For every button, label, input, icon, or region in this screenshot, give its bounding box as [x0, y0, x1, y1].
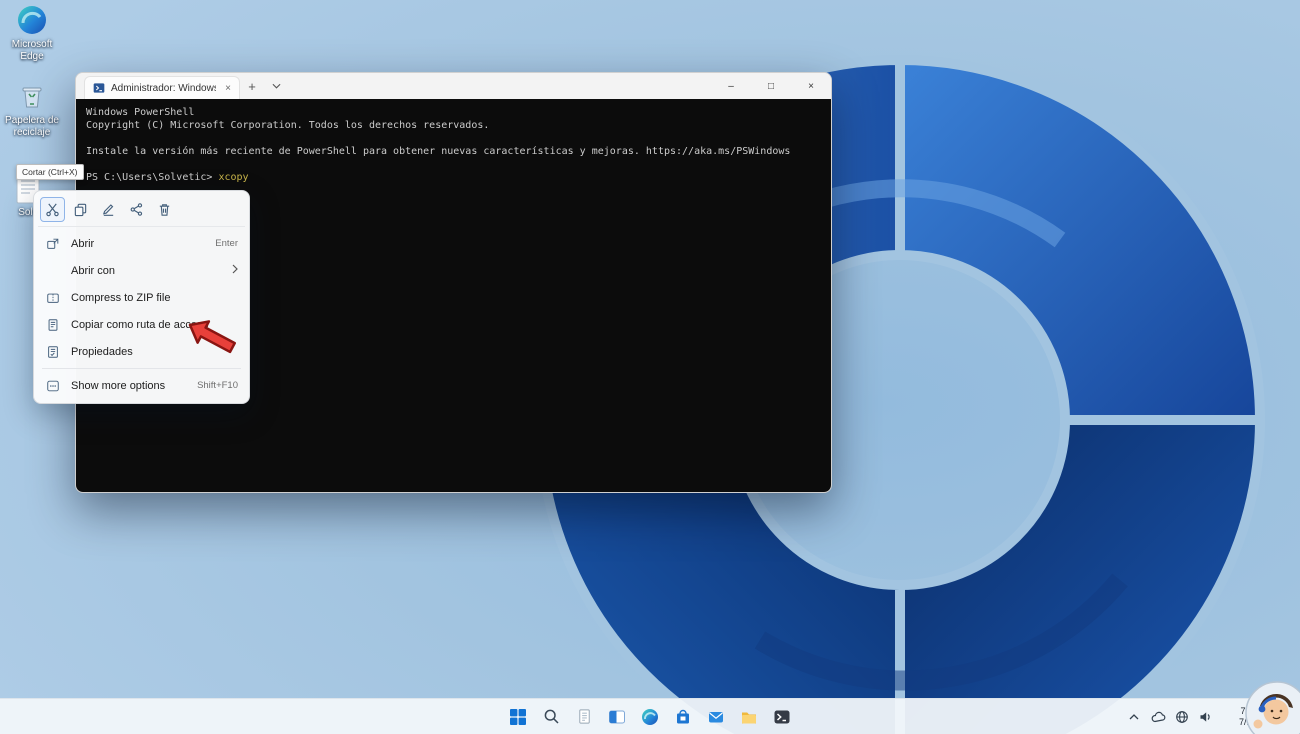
start-button[interactable]: [505, 704, 531, 730]
window-controls: – □ ×: [711, 73, 831, 99]
delete-icon: [159, 204, 170, 216]
rename-button[interactable]: [96, 197, 121, 222]
close-button[interactable]: ×: [791, 73, 831, 99]
menu-item-show-more-options[interactable]: Show more options Shift+F10: [38, 372, 245, 399]
menu-item-label: Compress to ZIP file: [71, 291, 171, 304]
copy-button[interactable]: [68, 197, 93, 222]
rename-icon: [102, 204, 114, 216]
terminal-line: Instale la versión más reciente de Power…: [86, 146, 791, 157]
zip-icon: [45, 290, 60, 305]
search-button[interactable]: [538, 704, 564, 730]
desktop: Microsoft Edge Papelera de reciclaje Sol…: [0, 0, 1300, 734]
mail-icon: [709, 711, 723, 722]
store-button[interactable]: [670, 704, 696, 730]
menu-item-open[interactable]: Abrir Enter: [38, 230, 245, 257]
folder-icon: [742, 712, 756, 723]
desktop-icon-label: Microsoft Edge: [11, 39, 53, 62]
tab-title: Administrador: Windows Powe: [111, 82, 217, 94]
search-icon: [544, 709, 559, 724]
task-view-button[interactable]: [604, 704, 630, 730]
cut-icon: [46, 203, 59, 217]
copy-path-icon: [45, 317, 60, 332]
delete-button[interactable]: [152, 197, 177, 222]
store-icon: [677, 709, 689, 723]
terminal-tab[interactable]: Administrador: Windows Powe ×: [84, 76, 240, 99]
volume-button[interactable]: [1198, 709, 1214, 725]
terminal-line: Windows PowerShell: [86, 107, 195, 118]
properties-icon: [45, 344, 60, 359]
mail-button[interactable]: [703, 704, 729, 730]
system-tray: [1126, 699, 1214, 734]
menu-item-icon-placeholder: [45, 263, 60, 278]
speaker-icon: [1200, 711, 1210, 722]
chevron-down-icon: [272, 83, 280, 89]
tab-close-icon[interactable]: ×: [222, 83, 234, 94]
desktop-icon-recycle-bin[interactable]: Papelera de reciclaje: [0, 80, 64, 139]
windows-logo-icon: [510, 708, 526, 725]
menu-item-open-with[interactable]: Abrir con: [38, 257, 245, 284]
chevron-up-icon: [1129, 713, 1139, 719]
maximize-button[interactable]: □: [751, 73, 791, 99]
taskbar-center: [505, 699, 795, 734]
mascot-overlay: [1245, 681, 1300, 734]
taskbar: 7:14 PM 7/1/2021: [0, 698, 1300, 734]
network-icon: [1176, 710, 1188, 723]
menu-item-shortcut: Shift+F10: [197, 380, 238, 391]
document-app-icon: [578, 709, 590, 724]
edge-button[interactable]: [637, 704, 663, 730]
cloud-icon: [1151, 711, 1165, 722]
recycle-bin-icon: [22, 87, 42, 108]
open-icon: [45, 236, 60, 251]
menu-item-label: Propiedades: [71, 345, 133, 358]
edge-icon: [18, 6, 46, 34]
menu-item-label: Abrir con: [71, 264, 116, 277]
quick-actions-row: [38, 195, 245, 227]
share-icon: [130, 203, 143, 216]
task-view-icon: [609, 710, 625, 723]
more-options-icon: [45, 378, 60, 393]
new-tab-button[interactable]: +: [240, 73, 264, 99]
menu-item-label: Abrir: [71, 237, 95, 250]
window-titlebar[interactable]: Administrador: Windows Powe × + – □ ×: [76, 73, 831, 99]
cut-tooltip: Cortar (Ctrl+X): [16, 164, 84, 180]
minimize-button[interactable]: –: [711, 73, 751, 99]
context-menu: Abrir Enter Abrir con Compress to ZIP fi…: [33, 190, 250, 404]
document-app-button[interactable]: [571, 704, 597, 730]
tray-chevron-button[interactable]: [1126, 709, 1142, 725]
typed-command: xcopy: [218, 172, 249, 183]
menu-item-label: Show more options: [71, 379, 166, 392]
tab-dropdown-button[interactable]: [264, 73, 288, 99]
cut-button[interactable]: [40, 197, 65, 222]
edge-taskbar-icon: [642, 708, 658, 725]
prompt-text: PS C:\Users\Solvetic>: [86, 172, 213, 183]
menu-separator: [42, 368, 241, 369]
powershell-icon: [93, 83, 105, 93]
file-explorer-button[interactable]: [736, 704, 762, 730]
terminal-prompt-line: PS C:\Users\Solvetic> xcopy: [86, 171, 821, 184]
terminal-icon: [774, 710, 790, 723]
copy-icon: [74, 203, 87, 217]
terminal-line: Copyright (C) Microsoft Corporation. Tod…: [86, 120, 490, 131]
share-button[interactable]: [124, 197, 149, 222]
desktop-icon-label: Papelera de reciclaje: [5, 115, 59, 138]
annotation-arrow: [188, 320, 236, 354]
network-button[interactable]: [1174, 709, 1190, 725]
desktop-icon-edge[interactable]: Microsoft Edge: [0, 4, 64, 63]
terminal-button[interactable]: [769, 704, 795, 730]
submenu-chevron-icon: [232, 264, 238, 277]
menu-item-compress-zip[interactable]: Compress to ZIP file: [38, 284, 245, 311]
onedrive-button[interactable]: [1150, 709, 1166, 725]
menu-item-shortcut: Enter: [215, 238, 238, 249]
